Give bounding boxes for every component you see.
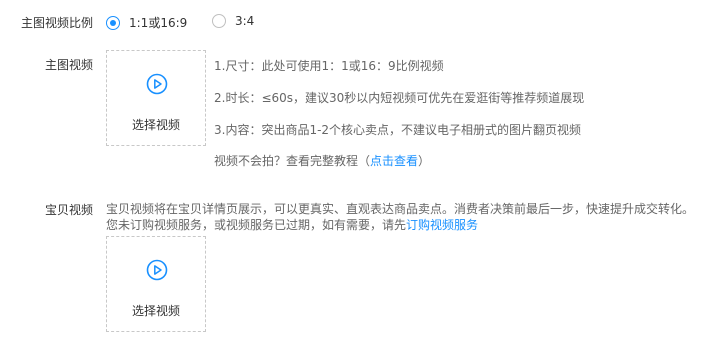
notice-prefix: 您未订购视频服务，或视频服务已过期，如有需要，请先 bbox=[106, 218, 407, 232]
radio-option-label: 3:4 bbox=[235, 14, 255, 28]
detail-video-label: 宝贝视频 bbox=[45, 203, 94, 217]
radio-option-1-1-16-9[interactable]: 1:1或16:9 bbox=[106, 14, 187, 31]
detail-video-upload-button[interactable]: 选择视频 bbox=[106, 236, 206, 332]
main-video-tip-size: 1.尺寸：此处可使用1：1或16：9比例视频 bbox=[214, 59, 444, 73]
radio-option-3-4[interactable]: 3:4 bbox=[212, 14, 254, 28]
play-circle-icon bbox=[146, 259, 168, 281]
upload-label: 选择视频 bbox=[131, 118, 180, 132]
tutorial-suffix: ） bbox=[418, 154, 431, 168]
subscribe-video-service-link[interactable]: 订购视频服务 bbox=[406, 218, 478, 232]
upload-label: 选择视频 bbox=[131, 304, 180, 318]
main-video-tip-duration: 2.时长：≤60s，建议30秒以内短视频可优先在爱逛街等推荐频道展现 bbox=[214, 91, 585, 105]
tutorial-line: 视频不会拍？查看完整教程（点击查看） bbox=[214, 152, 430, 169]
aspect-ratio-label: 主图视频比例 bbox=[21, 16, 94, 30]
video-service-notice: 您未订购视频服务，或视频服务已过期，如有需要，请先订购视频服务 bbox=[106, 216, 478, 233]
detail-video-description: 宝贝视频将在宝贝详情页展示，可以更真实、直观表达商品卖点。消费者决策前最后一步，… bbox=[106, 202, 695, 216]
main-video-tip-content: 3.内容：突出商品1-2个核心卖点，不建议电子相册式的图片翻页视频 bbox=[214, 123, 582, 137]
radio-checked-icon[interactable] bbox=[106, 15, 120, 30]
tutorial-prefix: 视频不会拍？查看完整教程（ bbox=[214, 154, 371, 168]
radio-unchecked-icon[interactable] bbox=[212, 14, 226, 28]
main-video-upload-button[interactable]: 选择视频 bbox=[106, 50, 206, 146]
play-circle-icon bbox=[146, 73, 168, 95]
tutorial-link[interactable]: 点击查看 bbox=[370, 154, 418, 168]
radio-option-label: 1:1或16:9 bbox=[129, 16, 188, 30]
main-video-label: 主图视频 bbox=[45, 58, 94, 72]
